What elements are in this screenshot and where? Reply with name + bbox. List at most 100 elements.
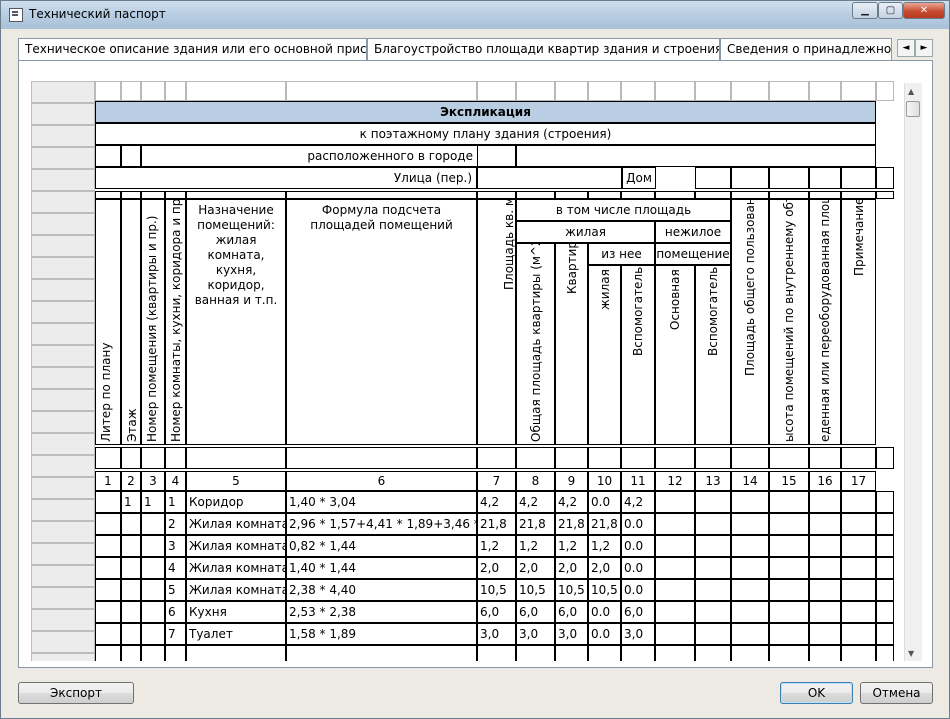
empty-cell[interactable]	[769, 623, 809, 645]
tab-scroll-left[interactable]: ◄	[897, 39, 915, 57]
cell-name[interactable]: Жилая комната	[186, 579, 286, 601]
cell-c3[interactable]: 1	[141, 491, 165, 513]
city-value-wide[interactable]	[516, 145, 876, 167]
empty-cell[interactable]	[695, 513, 731, 535]
cell-aux[interactable]: 6,0	[621, 601, 655, 623]
street-value[interactable]	[477, 167, 622, 189]
cell-living[interactable]: 10,5	[588, 579, 621, 601]
empty-cell[interactable]	[731, 535, 769, 557]
empty-cell[interactable]	[95, 601, 121, 623]
empty-cell[interactable]	[841, 513, 876, 535]
cell-c3[interactable]	[141, 513, 165, 535]
cell-name[interactable]: Туалет	[186, 623, 286, 645]
ok-button[interactable]: OK	[780, 682, 853, 704]
vertical-scrollbar[interactable]: ▲ ▼	[904, 83, 922, 661]
cell-living[interactable]: 0.0	[588, 491, 621, 513]
tab-ownership[interactable]: Сведения о принадлежности	[720, 38, 892, 60]
maximize-button[interactable]: ▢	[878, 2, 903, 19]
empty-cell[interactable]	[876, 557, 894, 579]
empty-cell[interactable]	[95, 645, 121, 661]
empty-cell[interactable]	[876, 623, 894, 645]
empty-cell[interactable]	[695, 557, 731, 579]
empty-cell[interactable]	[809, 513, 841, 535]
cell-c4[interactable]: 7	[165, 623, 186, 645]
cell-c3[interactable]	[141, 601, 165, 623]
cell-c2[interactable]: 1	[121, 491, 141, 513]
cell-name[interactable]: Кухня	[186, 601, 286, 623]
empty-cell[interactable]	[95, 623, 121, 645]
empty-cell[interactable]	[809, 601, 841, 623]
cell-flat[interactable]: 21,8	[555, 513, 588, 535]
cell-total[interactable]: 1,2	[516, 535, 555, 557]
empty-cell[interactable]	[769, 535, 809, 557]
cell-formula[interactable]: 0,82 * 1,44	[286, 535, 477, 557]
empty-cell[interactable]	[876, 491, 894, 513]
empty-cell[interactable]	[731, 557, 769, 579]
empty-cell[interactable]	[695, 623, 731, 645]
empty-cell[interactable]	[809, 491, 841, 513]
cell-c2[interactable]	[121, 579, 141, 601]
empty-cell[interactable]	[186, 645, 286, 661]
cell-name[interactable]: Коридор	[186, 491, 286, 513]
empty-cell[interactable]	[516, 645, 555, 661]
cell-flat[interactable]: 1,2	[555, 535, 588, 557]
empty-cell[interactable]	[477, 645, 516, 661]
empty-cell[interactable]	[769, 557, 809, 579]
empty-cell[interactable]	[695, 535, 731, 557]
cell-c4[interactable]: 1	[165, 491, 186, 513]
empty-cell[interactable]	[731, 601, 769, 623]
empty-cell[interactable]	[655, 535, 695, 557]
empty-cell[interactable]	[141, 645, 165, 661]
cell-living[interactable]: 0.0	[588, 623, 621, 645]
cell-c2[interactable]	[121, 513, 141, 535]
cell-formula[interactable]: 2,53 * 2,38	[286, 601, 477, 623]
cell-aux[interactable]: 0.0	[621, 579, 655, 601]
tab-technical-description[interactable]: Техническое описание здания или его осно…	[18, 38, 367, 60]
cell-living[interactable]: 1,2	[588, 535, 621, 557]
empty-cell[interactable]	[731, 579, 769, 601]
cell-aux[interactable]: 0.0	[621, 557, 655, 579]
empty-cell[interactable]	[769, 513, 809, 535]
cell-aux[interactable]: 0.0	[621, 535, 655, 557]
close-button[interactable]: ✕	[903, 2, 945, 19]
empty-cell[interactable]	[731, 491, 769, 513]
empty-cell[interactable]	[655, 491, 695, 513]
cell-c2[interactable]	[121, 601, 141, 623]
empty-cell[interactable]	[876, 579, 894, 601]
empty-cell[interactable]	[655, 645, 695, 661]
cell-aux[interactable]: 0.0	[621, 513, 655, 535]
cell-c2[interactable]	[121, 557, 141, 579]
empty-cell[interactable]	[555, 645, 588, 661]
cell-flat[interactable]: 2,0	[555, 557, 588, 579]
empty-cell[interactable]	[95, 513, 121, 535]
cell-total[interactable]: 4,2	[516, 491, 555, 513]
empty-cell[interactable]	[588, 645, 621, 661]
empty-cell[interactable]	[621, 645, 655, 661]
empty-cell[interactable]	[809, 535, 841, 557]
scroll-down-icon[interactable]: ▼	[908, 649, 914, 658]
empty-cell[interactable]	[695, 579, 731, 601]
cell-flat[interactable]: 10,5	[555, 579, 588, 601]
cell-c3[interactable]	[141, 535, 165, 557]
cell-total[interactable]: 2,0	[516, 557, 555, 579]
empty-cell[interactable]	[655, 579, 695, 601]
empty-cell[interactable]	[95, 491, 121, 513]
cell-formula[interactable]: 1,58 * 1,89	[286, 623, 477, 645]
empty-cell[interactable]	[655, 513, 695, 535]
cell-formula[interactable]: 1,40 * 1,44	[286, 557, 477, 579]
empty-cell[interactable]	[95, 557, 121, 579]
city-value[interactable]	[477, 145, 516, 167]
minimize-button[interactable]: ▁	[852, 2, 878, 19]
empty-cell[interactable]	[876, 513, 894, 535]
cell-c3[interactable]	[141, 579, 165, 601]
cell-c4[interactable]: 3	[165, 535, 186, 557]
cell-living[interactable]: 21,8	[588, 513, 621, 535]
cell-c3[interactable]	[141, 557, 165, 579]
cell-c4[interactable]: 2	[165, 513, 186, 535]
empty-cell[interactable]	[769, 645, 809, 661]
cell-c4[interactable]: 5	[165, 579, 186, 601]
cell-area[interactable]: 21,8	[477, 513, 516, 535]
empty-cell[interactable]	[841, 601, 876, 623]
empty-cell[interactable]	[165, 645, 186, 661]
cell-area[interactable]: 2,0	[477, 557, 516, 579]
